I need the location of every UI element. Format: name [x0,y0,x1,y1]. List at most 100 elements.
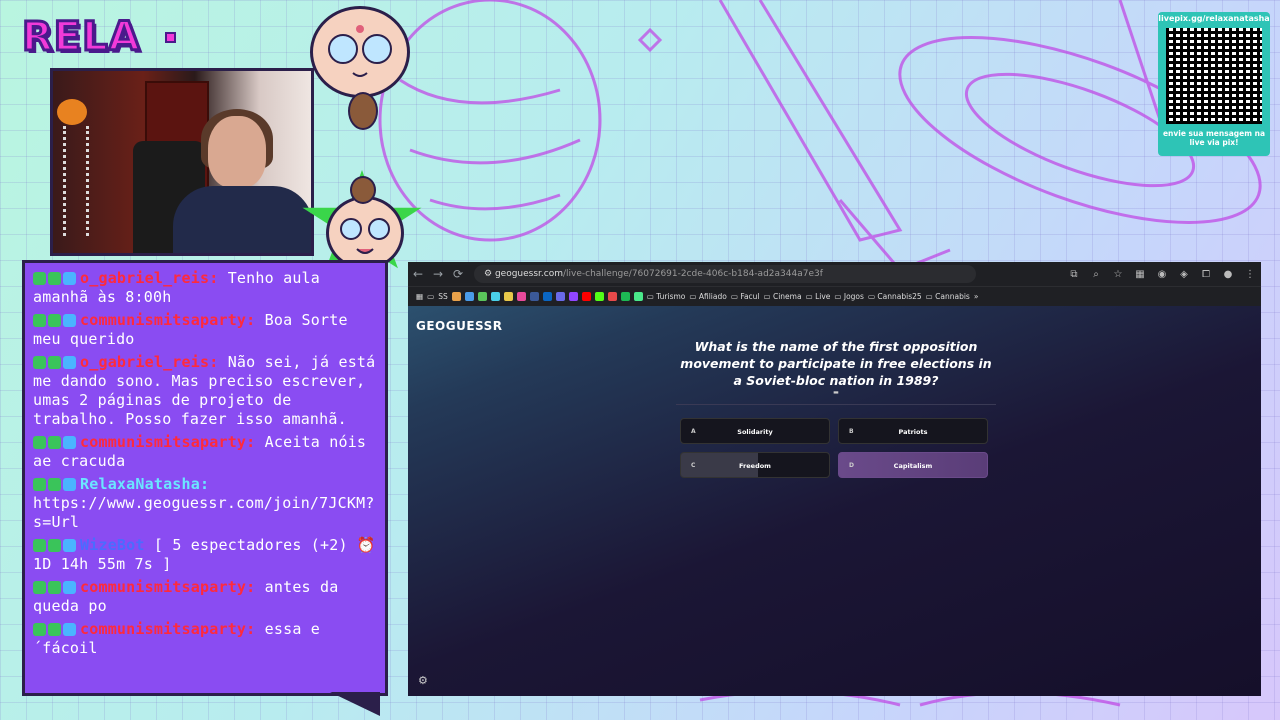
chat-message: WizeBot [ 5 espectadores (+2) ⏰ 1D 14h 5… [25,536,385,574]
bookmark-folder-turismo[interactable]: ▭ Turismo [647,292,686,301]
zoom-icon[interactable]: ⌕ [1085,269,1107,280]
crown-badge-icon [63,272,76,285]
mascot-face-top [310,6,410,98]
webcam-streamer-face [208,116,266,188]
answer-b-letter: B [849,428,854,435]
answer-c-letter: C [691,462,696,469]
mascot-bun [348,92,378,130]
favicon-4-icon[interactable] [490,292,500,301]
crown-badge-icon [63,356,76,369]
chat-message: o_gabriel_reis: Tenho aula amanhã às 8:0… [25,269,385,307]
menu-kebab-icon[interactable]: ⋮ [1239,269,1261,280]
mascot-bun-2 [350,176,376,204]
question-divider [676,404,996,405]
bookmark-folder-cannabis[interactable]: ▭ Cannabis [926,292,970,301]
bookmark-afiliado-label: Afiliado [698,292,727,301]
apps-grid-icon[interactable]: ▦ [416,292,423,301]
extension-icon[interactable]: ▦ [1129,269,1151,280]
bookmark-cannabis25-label: Cannabis25 [877,292,922,301]
crown-badge-icon [63,314,76,327]
site-info-icon[interactable]: ⚙ [484,269,495,279]
kick-icon[interactable] [594,292,604,301]
quiz-question: What is the name of the first opposition… [676,338,996,396]
bookmark-folder-jogos[interactable]: ▭ Jogos [834,292,864,301]
chat-message: communismitsaparty: antes da queda po [25,578,385,616]
chat-badges [33,581,76,594]
instagram-icon[interactable] [516,292,526,301]
favicon-5-icon[interactable] [503,292,513,301]
quiz-question-text: What is the name of the first opposition… [680,339,992,388]
favicon-7-icon[interactable] [607,292,617,301]
bookmark-folder-live[interactable]: ▭ Live [806,292,831,301]
extension-icon-3[interactable]: ◈ [1173,269,1195,280]
answer-a-button[interactable]: A Solidarity [680,418,830,444]
crown-badge-icon [63,478,76,491]
chat-message: communismitsaparty: Aceita nóis ae cracu… [25,433,385,471]
webcam-streamer-body [173,186,311,253]
qr-url: livepix.gg/relaxanatasha [1158,14,1270,23]
verified-badge-icon [33,539,46,552]
bookmark-turismo-label: Turismo [656,292,686,301]
verified-badge-icon [33,623,46,636]
geoguessr-logo[interactable]: GEOGUESSR [416,319,503,333]
facebook-icon[interactable] [529,292,539,301]
bookmark-cannabis-label: Cannabis [935,292,970,301]
back-icon[interactable]: ← [408,267,428,281]
chat-username[interactable]: communismitsaparty: [80,578,255,596]
webcam-feed [50,68,314,256]
alien-badge-icon [48,623,61,636]
answer-c-button[interactable]: C Freedom [680,452,830,478]
spotify-icon[interactable] [620,292,630,301]
settings-gear-icon[interactable]: ⚙ [418,674,428,687]
reload-icon[interactable]: ⟳ [448,267,468,281]
pumpkin-decoration [57,99,87,125]
favicon-6-icon[interactable] [555,292,565,301]
chat-username[interactable]: communismitsaparty: [80,311,255,329]
bookmark-cinema-label: Cinema [772,292,802,301]
chat-badges [33,436,76,449]
extensions-puzzle-icon[interactable]: ⧠ [1195,269,1217,280]
chat-username[interactable]: communismitsaparty: [80,620,255,638]
crown-badge-icon [63,539,76,552]
verified-badge-icon [33,314,46,327]
address-bar[interactable]: ⚙ geoguessr.com/live-challenge/76072691-… [474,265,976,283]
install-app-icon[interactable]: ⧉ [1063,269,1085,280]
youtube-icon[interactable] [581,292,591,301]
answer-d-label: Capitalism [893,462,933,470]
extension-icon-2[interactable]: ◉ [1151,269,1173,280]
alien-badge-icon [48,314,61,327]
chat-badges [33,478,76,491]
alien-badge-icon [48,272,61,285]
favicon-2-icon[interactable] [464,292,474,301]
bookmark-folder-facul[interactable]: ▭ Facul [731,292,760,301]
verified-badge-icon [33,272,46,285]
bookmark-ss[interactable]: SS [438,292,448,301]
chat-username[interactable]: communismitsaparty: [80,433,255,451]
bookmark-star-icon[interactable]: ☆ [1107,269,1129,280]
verified-badge-icon [33,356,46,369]
bookmarks-more-icon[interactable]: » [974,292,979,301]
twitch-icon[interactable] [568,292,578,301]
chat-message: communismitsaparty: Boa Sorte meu querid… [25,311,385,349]
bookmark-facul-label: Facul [740,292,760,301]
forward-icon[interactable]: → [428,267,448,281]
bookmark-folder-afiliado[interactable]: ▭ Afiliado [689,292,726,301]
crown-badge-icon [63,436,76,449]
bookmark-folder-cinema[interactable]: ▭ Cinema [764,292,802,301]
answer-d-button[interactable]: D Capitalism [838,452,988,478]
chat-username[interactable]: WizeBot [80,536,145,554]
chat-panel: o_gabriel_reis: Tenho aula amanhã às 8:0… [22,260,388,696]
chat-username[interactable]: o_gabriel_reis: [80,269,218,287]
folder-icon[interactable]: ▭ [427,292,434,301]
profile-avatar-icon[interactable]: ● [1217,269,1239,280]
linkedin-icon[interactable] [542,292,552,301]
answer-b-button[interactable]: B Patriots [838,418,988,444]
browser-window: ← → ⟳ ⚙ geoguessr.com/live-challenge/760… [408,262,1261,696]
bookmark-folder-cannabis25[interactable]: ▭ Cannabis25 [868,292,922,301]
chat-username[interactable]: RelaxaNatasha: [80,475,209,493]
favicon-1-icon[interactable] [451,292,461,301]
favicon-8-icon[interactable] [633,292,643,301]
favicon-3-icon[interactable] [477,292,487,301]
bookmarks-bar: ▦ ▭ SS ▭ Turismo ▭ Afiliado ▭ Facul ▭ Ci… [408,286,1261,306]
chat-username[interactable]: o_gabriel_reis: [80,353,218,371]
